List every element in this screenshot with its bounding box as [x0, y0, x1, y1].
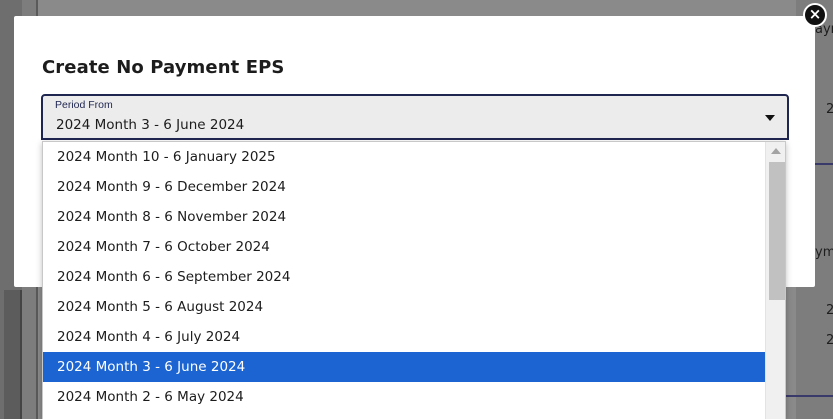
period-from-label: Period From: [55, 99, 113, 111]
background-text: 2: [826, 333, 833, 348]
period-option[interactable]: 2024 Month 7 - 6 October 2024: [43, 232, 765, 262]
period-option[interactable]: 2024 Month 5 - 6 August 2024: [43, 292, 765, 322]
period-option[interactable]: 2024 Month 2 - 6 May 2024: [43, 382, 765, 412]
scroll-up-arrow-icon[interactable]: [771, 148, 781, 154]
background-left-panel: [4, 290, 22, 419]
close-dialog-button[interactable]: ×: [803, 3, 827, 27]
background-text: 2: [826, 102, 833, 117]
period-from-select[interactable]: Period From 2024 Month 3 - 6 June 2024: [41, 94, 789, 140]
period-option[interactable]: 2024 Month 4 - 6 July 2024: [43, 322, 765, 352]
close-icon: ×: [808, 5, 822, 23]
background-text: ym: [815, 245, 833, 260]
period-option[interactable]: 2024 Month 8 - 6 November 2024: [43, 202, 765, 232]
period-option-selected[interactable]: 2024 Month 3 - 6 June 2024: [43, 352, 765, 382]
dropdown-scrollbar[interactable]: [765, 142, 785, 419]
period-option[interactable]: 2024 Month 10 - 6 January 2025: [43, 142, 765, 172]
background-text: 2: [826, 303, 833, 318]
background-divider: [786, 395, 833, 397]
period-option[interactable]: 2024 Month 9 - 6 December 2024: [43, 172, 765, 202]
period-from-options-list[interactable]: 2024 Month 10 - 6 January 2025 2024 Mont…: [42, 141, 786, 419]
dropdown-arrow-icon[interactable]: [765, 115, 775, 121]
dialog-title: Create No Payment EPS: [42, 57, 285, 78]
scrollbar-thumb[interactable]: [769, 162, 785, 300]
period-option[interactable]: 2024 Month 6 - 6 September 2024: [43, 262, 765, 292]
period-from-value: 2024 Month 3 - 6 June 2024: [56, 117, 245, 133]
